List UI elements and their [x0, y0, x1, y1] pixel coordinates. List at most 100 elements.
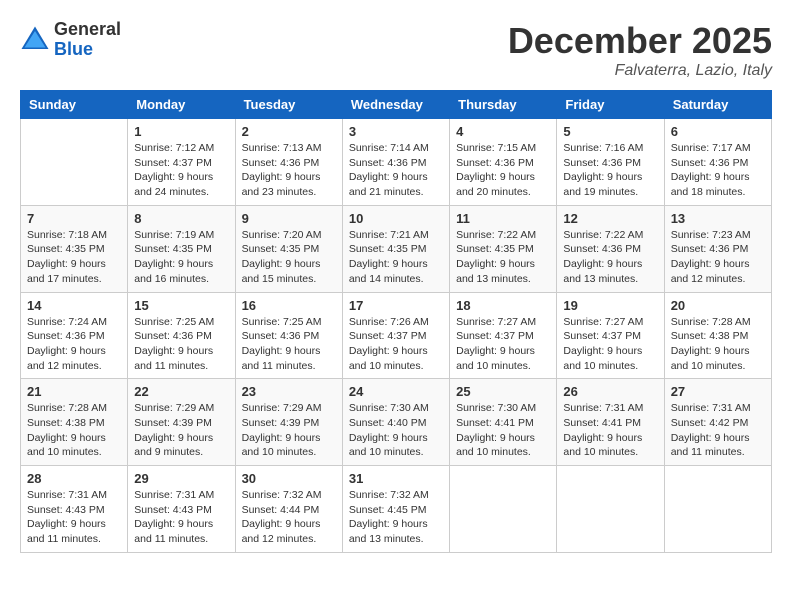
calendar-cell: 30 Sunrise: 7:32 AMSunset: 4:44 PMDayligh…: [235, 466, 342, 553]
day-number: 18: [456, 298, 550, 313]
day-info: Sunrise: 7:14 AMSunset: 4:36 PMDaylight:…: [349, 141, 443, 200]
day-info: Sunrise: 7:28 AMSunset: 4:38 PMDaylight:…: [671, 315, 765, 374]
header: General Blue December 2025 Falvaterra, L…: [20, 20, 772, 80]
calendar-cell: 4Sunrise: 7:15 AMSunset: 4:36 PMDaylight…: [450, 119, 557, 206]
day-info: Sunrise: 7:25 AMSunset: 4:36 PMDaylight:…: [242, 315, 336, 374]
day-info: Sunrise: 7:30 AMSunset: 4:40 PMDaylight:…: [349, 401, 443, 460]
day-info: Sunrise: 7:16 AMSunset: 4:36 PMDaylight:…: [563, 141, 657, 200]
day-number: 3: [349, 124, 443, 139]
calendar-table: SundayMondayTuesdayWednesdayThursdayFrid…: [20, 90, 772, 553]
day-info: Sunrise: 7:28 AMSunset: 4:38 PMDaylight:…: [27, 401, 121, 460]
week-row-1: 1Sunrise: 7:12 AMSunset: 4:37 PMDaylight…: [21, 119, 772, 206]
day-number: 14: [27, 298, 121, 313]
calendar-cell: 24 Sunrise: 7:30 AMSunset: 4:40 PMDayligh…: [342, 379, 449, 466]
calendar-cell: 10 Sunrise: 7:21 AMSunset: 4:35 PMDayligh…: [342, 205, 449, 292]
calendar-cell: 16Sunrise: 7:25 AMSunset: 4:36 PMDayligh…: [235, 292, 342, 379]
day-number: 5: [563, 124, 657, 139]
day-info: Sunrise: 7:31 AMSunset: 4:43 PMDaylight:…: [27, 488, 121, 547]
calendar-header-wednesday: Wednesday: [342, 91, 449, 119]
calendar-header-saturday: Saturday: [664, 91, 771, 119]
calendar-header-tuesday: Tuesday: [235, 91, 342, 119]
day-info: Sunrise: 7:12 AMSunset: 4:37 PMDaylight:…: [134, 141, 228, 200]
day-info: Sunrise: 7:18 AMSunset: 4:35 PMDaylight:…: [27, 228, 121, 287]
day-info: Sunrise: 7:30 AMSunset: 4:41 PMDaylight:…: [456, 401, 550, 460]
calendar-cell: 23Sunrise: 7:29 AMSunset: 4:39 PMDayligh…: [235, 379, 342, 466]
calendar-cell: 21 Sunrise: 7:28 AMSunset: 4:38 PMDayligh…: [21, 379, 128, 466]
logo: General Blue: [20, 20, 121, 60]
logo-general: General: [54, 20, 121, 40]
calendar-cell: 2 Sunrise: 7:13 AMSunset: 4:36 PMDaylight…: [235, 119, 342, 206]
week-row-5: 28 Sunrise: 7:31 AMSunset: 4:43 PMDayligh…: [21, 466, 772, 553]
day-info: Sunrise: 7:31 AMSunset: 4:43 PMDaylight:…: [134, 488, 228, 547]
day-info: Sunrise: 7:31 AMSunset: 4:42 PMDaylight:…: [671, 401, 765, 460]
calendar-cell: 3 Sunrise: 7:14 AMSunset: 4:36 PMDaylight…: [342, 119, 449, 206]
calendar-cell: 13Sunrise: 7:23 AMSunset: 4:36 PMDayligh…: [664, 205, 771, 292]
day-info: Sunrise: 7:27 AMSunset: 4:37 PMDaylight:…: [563, 315, 657, 374]
day-number: 30: [242, 471, 336, 486]
calendar-cell: 18Sunrise: 7:27 AMSunset: 4:37 PMDayligh…: [450, 292, 557, 379]
day-info: Sunrise: 7:22 AMSunset: 4:35 PMDaylight:…: [456, 228, 550, 287]
day-number: 23: [242, 384, 336, 399]
day-info: Sunrise: 7:15 AMSunset: 4:36 PMDaylight:…: [456, 141, 550, 200]
calendar-cell: 5 Sunrise: 7:16 AMSunset: 4:36 PMDaylight…: [557, 119, 664, 206]
logo-icon: [20, 25, 50, 55]
calendar-cell: 28 Sunrise: 7:31 AMSunset: 4:43 PMDayligh…: [21, 466, 128, 553]
day-number: 22: [134, 384, 228, 399]
day-number: 15: [134, 298, 228, 313]
week-row-4: 21 Sunrise: 7:28 AMSunset: 4:38 PMDayligh…: [21, 379, 772, 466]
day-number: 27: [671, 384, 765, 399]
day-number: 28: [27, 471, 121, 486]
month-title: December 2025: [508, 20, 772, 62]
day-info: Sunrise: 7:24 AMSunset: 4:36 PMDaylight:…: [27, 315, 121, 374]
calendar-cell: 26Sunrise: 7:31 AMSunset: 4:41 PMDayligh…: [557, 379, 664, 466]
calendar-header-row: SundayMondayTuesdayWednesdayThursdayFrid…: [21, 91, 772, 119]
day-info: Sunrise: 7:29 AMSunset: 4:39 PMDaylight:…: [134, 401, 228, 460]
day-number: 8: [134, 211, 228, 226]
calendar-cell: 22 Sunrise: 7:29 AMSunset: 4:39 PMDayligh…: [128, 379, 235, 466]
logo-blue: Blue: [54, 40, 121, 60]
day-info: Sunrise: 7:20 AMSunset: 4:35 PMDaylight:…: [242, 228, 336, 287]
day-number: 2: [242, 124, 336, 139]
calendar-header-thursday: Thursday: [450, 91, 557, 119]
day-number: 24: [349, 384, 443, 399]
day-number: 7: [27, 211, 121, 226]
day-info: Sunrise: 7:13 AMSunset: 4:36 PMDaylight:…: [242, 141, 336, 200]
calendar-header-sunday: Sunday: [21, 91, 128, 119]
day-number: 21: [27, 384, 121, 399]
calendar-cell: 7 Sunrise: 7:18 AMSunset: 4:35 PMDaylight…: [21, 205, 128, 292]
day-number: 6: [671, 124, 765, 139]
calendar-cell: 20 Sunrise: 7:28 AMSunset: 4:38 PMDayligh…: [664, 292, 771, 379]
calendar-cell: 19 Sunrise: 7:27 AMSunset: 4:37 PMDayligh…: [557, 292, 664, 379]
calendar-cell: 6 Sunrise: 7:17 AMSunset: 4:36 PMDaylight…: [664, 119, 771, 206]
logo-text: General Blue: [54, 20, 121, 60]
calendar-cell: 9 Sunrise: 7:20 AMSunset: 4:35 PMDaylight…: [235, 205, 342, 292]
title-area: December 2025 Falvaterra, Lazio, Italy: [508, 20, 772, 80]
day-info: Sunrise: 7:21 AMSunset: 4:35 PMDaylight:…: [349, 228, 443, 287]
calendar-cell: 14 Sunrise: 7:24 AMSunset: 4:36 PMDayligh…: [21, 292, 128, 379]
calendar-cell: 1Sunrise: 7:12 AMSunset: 4:37 PMDaylight…: [128, 119, 235, 206]
day-number: 19: [563, 298, 657, 313]
day-info: Sunrise: 7:22 AMSunset: 4:36 PMDaylight:…: [563, 228, 657, 287]
day-number: 17: [349, 298, 443, 313]
day-number: 31: [349, 471, 443, 486]
day-info: Sunrise: 7:31 AMSunset: 4:41 PMDaylight:…: [563, 401, 657, 460]
calendar-cell: 25 Sunrise: 7:30 AMSunset: 4:41 PMDayligh…: [450, 379, 557, 466]
calendar-cell: 8 Sunrise: 7:19 AMSunset: 4:35 PMDaylight…: [128, 205, 235, 292]
day-number: 20: [671, 298, 765, 313]
calendar-cell: 17 Sunrise: 7:26 AMSunset: 4:37 PMDayligh…: [342, 292, 449, 379]
day-info: Sunrise: 7:19 AMSunset: 4:35 PMDaylight:…: [134, 228, 228, 287]
calendar-cell: [450, 466, 557, 553]
calendar-cell: 15 Sunrise: 7:25 AMSunset: 4:36 PMDayligh…: [128, 292, 235, 379]
day-info: Sunrise: 7:17 AMSunset: 4:36 PMDaylight:…: [671, 141, 765, 200]
week-row-3: 14 Sunrise: 7:24 AMSunset: 4:36 PMDayligh…: [21, 292, 772, 379]
day-info: Sunrise: 7:32 AMSunset: 4:44 PMDaylight:…: [242, 488, 336, 547]
day-number: 12: [563, 211, 657, 226]
day-number: 9: [242, 211, 336, 226]
calendar-body: 1Sunrise: 7:12 AMSunset: 4:37 PMDaylight…: [21, 119, 772, 553]
day-info: Sunrise: 7:26 AMSunset: 4:37 PMDaylight:…: [349, 315, 443, 374]
day-number: 10: [349, 211, 443, 226]
day-number: 25: [456, 384, 550, 399]
day-info: Sunrise: 7:25 AMSunset: 4:36 PMDaylight:…: [134, 315, 228, 374]
calendar-header-monday: Monday: [128, 91, 235, 119]
day-number: 11: [456, 211, 550, 226]
